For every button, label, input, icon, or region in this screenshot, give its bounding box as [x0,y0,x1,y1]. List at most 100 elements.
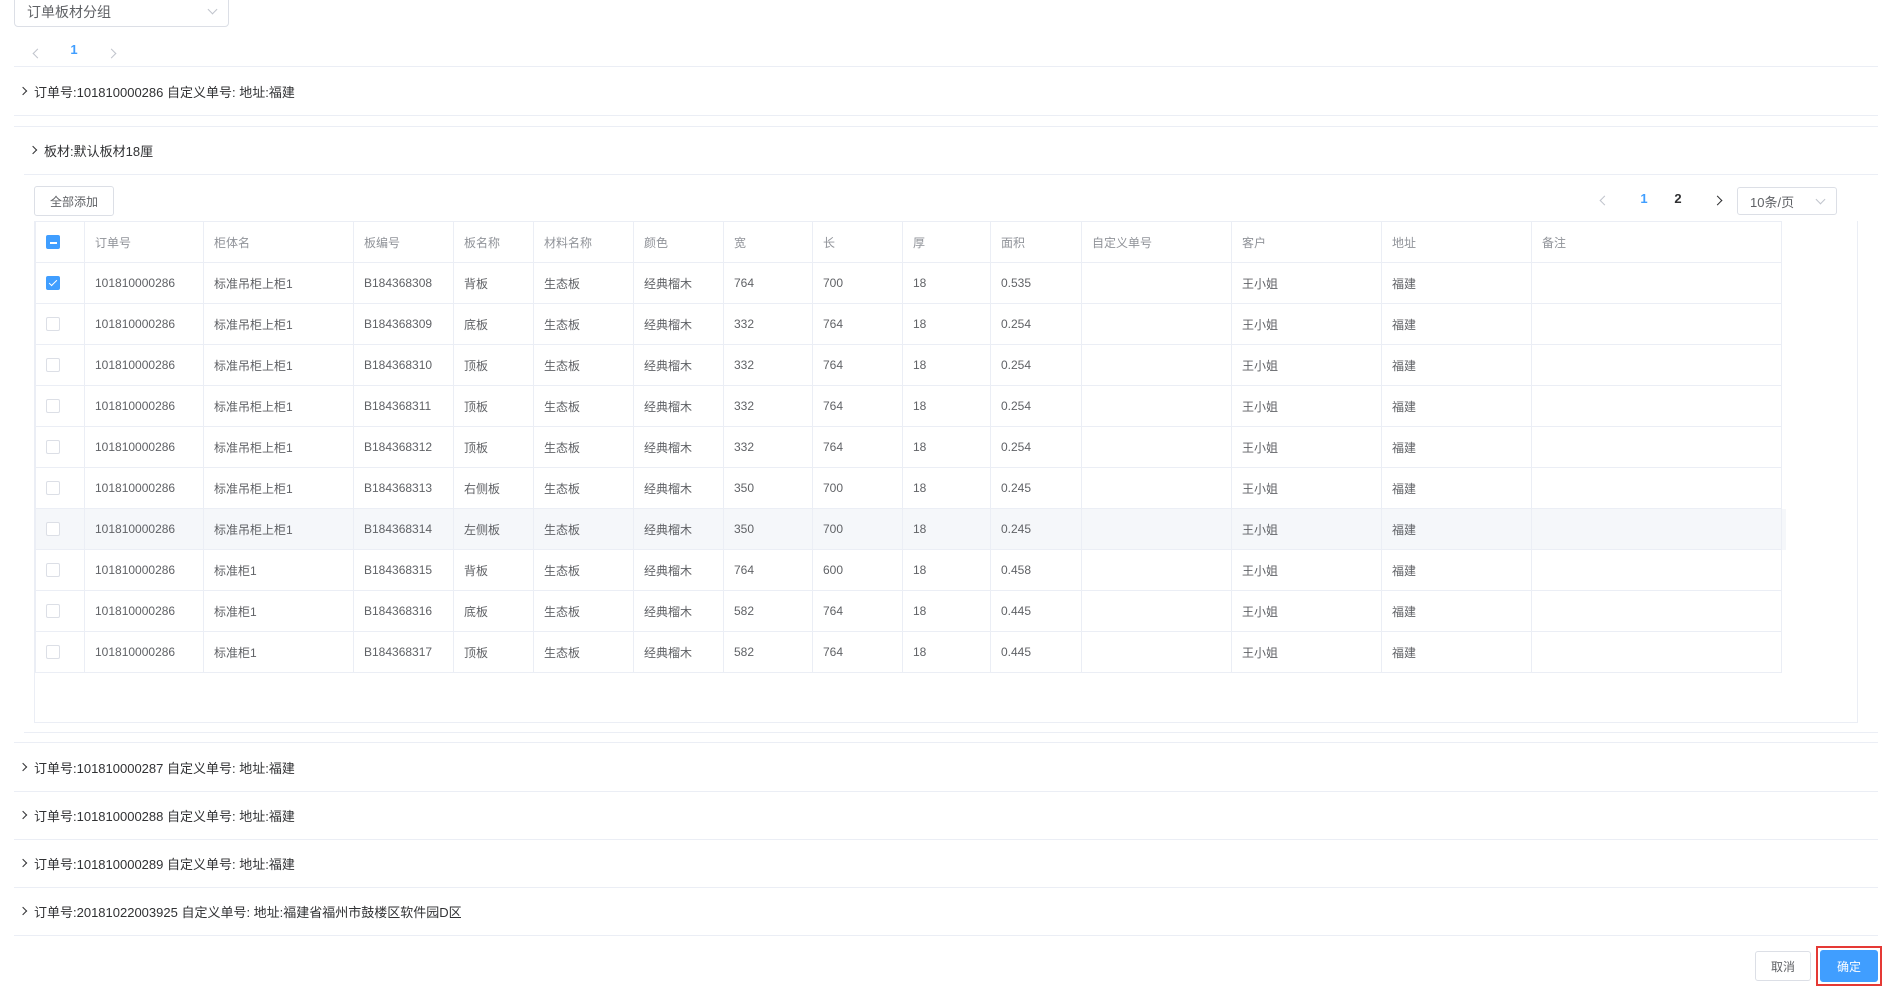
row-checkbox[interactable] [46,358,60,373]
col-header[interactable]: 材料名称 [533,221,634,263]
add-all-button[interactable]: 全部添加 [34,186,114,216]
table-cell: 0.245 [990,467,1082,509]
table-cell: 101810000286 [84,426,204,468]
table-cell: B184368313 [353,467,454,509]
divider [14,935,1878,936]
table-row[interactable]: 101810000286 标准柜1 B184368316 底板 生态板 经典榴木 582 76… [35,590,1786,632]
table-cell: 18 [902,508,991,550]
material-collapse-header[interactable]: 板材:默认板材18厘 [24,126,1878,174]
table-cell: B184368308 [353,262,454,304]
col-header[interactable]: 自定义单号 [1081,221,1232,263]
col-header[interactable]: 地址 [1381,221,1532,263]
table-cell: B184368315 [353,549,454,591]
divider [14,115,1878,116]
table-header-row: 订单号 柜体名 板编号 板名称 材料名称 颜色 宽 长 厚 面积 自定义单号 客… [35,221,1787,263]
col-header[interactable]: 颜色 [633,221,724,263]
prev-page-button[interactable] [30,46,44,60]
table-row[interactable]: 101810000286 标准柜1 B184368315 背板 生态板 经典榴木 764 60… [35,549,1786,591]
table-row[interactable]: 101810000286 标准吊柜上柜1 B184368310 顶板 生态板 经典榴木 33… [35,344,1786,386]
row-checkbox[interactable] [46,276,60,291]
table-next-page-button[interactable] [1710,193,1724,207]
table-cell: 福建 [1381,631,1532,673]
table-cell: 350 [723,467,813,509]
table-cell: 标准吊柜上柜1 [203,508,354,550]
page-1-button[interactable]: 1 [64,42,84,62]
cancel-button[interactable]: 取消 [1755,951,1811,981]
table-row[interactable]: 101810000286 标准吊柜上柜1 B184368314 左侧板 生态板 经典榴木 3… [35,508,1786,550]
table-page-2-button[interactable]: 2 [1668,191,1688,211]
order-collapse-header-1[interactable]: 订单号:101810000286 自定义单号: 地址:福建 [14,67,1878,115]
select-all-cell[interactable] [35,221,85,263]
table-cell: 标准柜1 [203,631,354,673]
table-cell: 王小姐 [1231,467,1382,509]
col-header[interactable]: 客户 [1231,221,1382,263]
col-header[interactable]: 面积 [990,221,1082,263]
row-select-cell[interactable] [35,262,85,304]
table-cell [1531,262,1782,304]
table-page-1-button[interactable]: 1 [1634,191,1654,211]
table-cell [1081,590,1232,632]
select-all-checkbox[interactable] [46,235,60,250]
chevron-right-icon [18,858,28,868]
table-row[interactable]: 101810000286 标准吊柜上柜1 B184368308 背板 生态板 经典榴木 76… [35,262,1786,304]
next-page-button[interactable] [104,46,118,60]
board-table-grid: 订单号 柜体名 板编号 板名称 材料名称 颜色 宽 长 厚 面积 自定义单号 客… [35,221,1786,673]
page-size-value: 10条/页 [1750,194,1795,210]
table-cell: 700 [812,467,903,509]
row-checkbox[interactable] [46,440,60,455]
chevron-right-icon [18,810,28,820]
row-select-cell[interactable] [35,385,85,427]
table-cell: 标准吊柜上柜1 [203,467,354,509]
col-header[interactable]: 长 [812,221,903,263]
row-checkbox[interactable] [46,399,60,414]
col-header[interactable]: 订单号 [84,221,204,263]
row-select-cell[interactable] [35,508,85,550]
row-checkbox[interactable] [46,317,60,332]
order-collapse-header-5[interactable]: 订单号:20181022003925 自定义单号: 地址:福建省福州市鼓楼区软件… [14,887,1878,935]
col-header[interactable]: 板编号 [353,221,454,263]
col-header[interactable]: 柜体名 [203,221,354,263]
order-collapse-header-3[interactable]: 订单号:101810000288 自定义单号: 地址:福建 [14,791,1878,839]
col-header[interactable]: 宽 [723,221,813,263]
table-cell: 王小姐 [1231,631,1382,673]
table-cell-filler [1781,508,1786,550]
table-cell: 生态板 [533,631,634,673]
chevron-down-icon [1815,194,1826,204]
table-row[interactable]: 101810000286 标准吊柜上柜1 B184368309 底板 生态板 经典榴木 33… [35,303,1786,345]
row-checkbox[interactable] [46,563,60,578]
row-select-cell[interactable] [35,467,85,509]
table-cell: 顶板 [453,426,534,468]
table-cell: 背板 [453,549,534,591]
order-collapse-header-2[interactable]: 订单号:101810000287 自定义单号: 地址:福建 [14,743,1878,791]
row-checkbox[interactable] [46,481,60,496]
confirm-button[interactable]: 确定 [1820,950,1878,982]
table-cell: 生态板 [533,262,634,304]
row-checkbox[interactable] [46,522,60,537]
row-select-cell[interactable] [35,426,85,468]
row-checkbox[interactable] [46,645,60,660]
table-cell: 王小姐 [1231,508,1382,550]
table-cell [1531,549,1782,591]
table-row[interactable]: 101810000286 标准柜1 B184368317 顶板 生态板 经典榴木 582 76… [35,631,1786,673]
row-select-cell[interactable] [35,344,85,386]
col-header[interactable]: 板名称 [453,221,534,263]
table-row[interactable]: 101810000286 标准吊柜上柜1 B184368312 顶板 生态板 经典榴木 33… [35,426,1786,468]
page-size-select[interactable]: 10条/页 [1737,187,1837,215]
row-select-cell[interactable] [35,631,85,673]
row-select-cell[interactable] [35,303,85,345]
col-header[interactable]: 备注 [1531,221,1782,263]
table-prev-page-button[interactable] [1597,193,1611,207]
table-row[interactable]: 101810000286 标准吊柜上柜1 B184368313 右侧板 生态板 经典榴木 3… [35,467,1786,509]
row-select-cell[interactable] [35,590,85,632]
group-select[interactable]: 订单板材分组 [14,0,229,27]
row-select-cell[interactable] [35,549,85,591]
table-cell [1081,508,1232,550]
table-cell: 101810000286 [84,344,204,386]
chevron-left-icon [1599,195,1609,205]
table-cell: 福建 [1381,262,1532,304]
row-checkbox[interactable] [46,604,60,619]
col-header[interactable]: 厚 [902,221,991,263]
table-row[interactable]: 101810000286 标准吊柜上柜1 B184368311 顶板 生态板 经典榴木 33… [35,385,1786,427]
table-cell: 经典榴木 [633,303,724,345]
order-collapse-header-4[interactable]: 订单号:101810000289 自定义单号: 地址:福建 [14,839,1878,887]
